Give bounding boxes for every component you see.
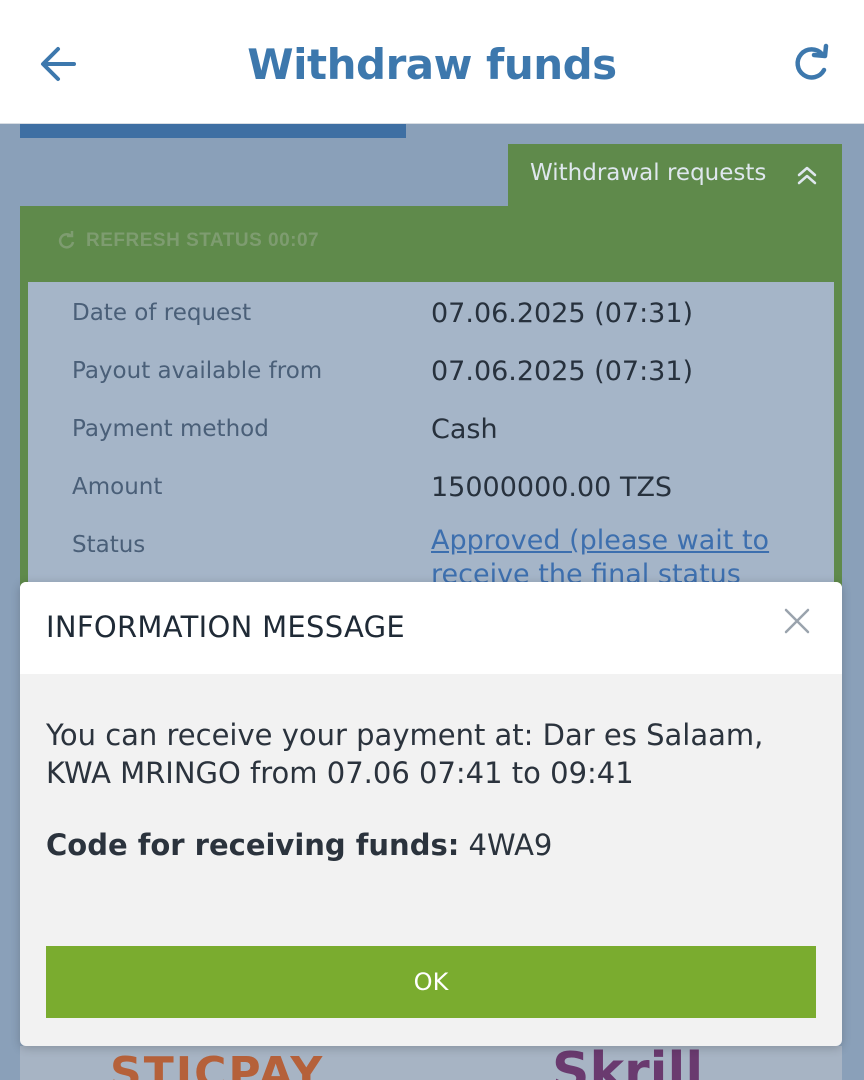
detail-row-amount: Amount 15000000.00 TZS bbox=[28, 464, 834, 508]
detail-row-payout: Payout available from 07.06.2025 (07:31) bbox=[28, 348, 834, 392]
refresh-status-label: REFRESH STATUS 00:07 bbox=[86, 230, 320, 252]
refresh-button[interactable] bbox=[788, 40, 836, 88]
refresh-icon bbox=[795, 43, 829, 80]
detail-row-method: Payment method Cash bbox=[28, 406, 834, 450]
skrill-logo: Skrill bbox=[552, 1042, 704, 1080]
refresh-icon bbox=[58, 231, 75, 249]
modal-message: You can receive your payment at: Dar es … bbox=[46, 718, 764, 790]
withdrawal-requests-tab[interactable]: Withdrawal requests bbox=[508, 144, 842, 206]
page-title: Withdraw funds bbox=[247, 40, 617, 89]
chevron-double-up-icon bbox=[797, 166, 817, 185]
app-header: Withdraw funds bbox=[0, 0, 864, 124]
sticpay-logo: STICPAY bbox=[110, 1048, 325, 1080]
detail-label: Status bbox=[72, 532, 146, 558]
refresh-status-button[interactable]: REFRESH STATUS 00:07 bbox=[56, 230, 319, 252]
detail-value: Cash bbox=[431, 414, 498, 445]
detail-label: Payment method bbox=[72, 416, 269, 442]
code-label: Code for receiving funds: bbox=[46, 828, 460, 862]
tab-indicator bbox=[20, 124, 406, 138]
receiving-code: Code for receiving funds: 4WA9 bbox=[46, 828, 552, 862]
withdrawal-requests-label: Withdrawal requests bbox=[530, 160, 767, 186]
detail-label: Date of request bbox=[72, 300, 252, 326]
close-button[interactable] bbox=[782, 606, 812, 636]
code-value: 4WA9 bbox=[468, 828, 553, 862]
detail-value: 15000000.00 TZS bbox=[431, 472, 673, 503]
detail-row-date: Date of request 07.06.2025 (07:31) bbox=[28, 290, 834, 334]
modal-title: INFORMATION MESSAGE bbox=[46, 610, 406, 644]
detail-label: Amount bbox=[72, 474, 163, 500]
close-icon bbox=[784, 608, 810, 634]
detail-value: 07.06.2025 (07:31) bbox=[431, 298, 694, 329]
modal-header: INFORMATION MESSAGE bbox=[20, 582, 842, 674]
request-details: Date of request 07.06.2025 (07:31) Payou… bbox=[28, 282, 834, 626]
ok-button[interactable]: OK bbox=[46, 946, 816, 1018]
detail-value: 07.06.2025 (07:31) bbox=[431, 356, 694, 387]
information-modal: INFORMATION MESSAGE You can receive your… bbox=[20, 582, 842, 1046]
detail-label: Payout available from bbox=[72, 358, 323, 384]
